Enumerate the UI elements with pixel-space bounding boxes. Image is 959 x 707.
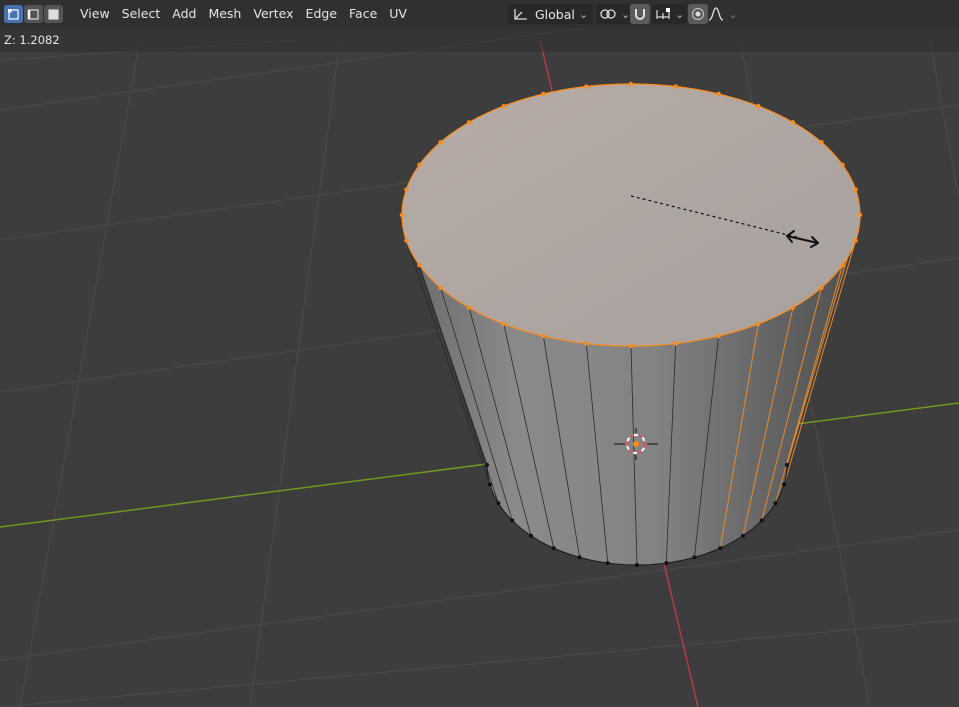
snap-group: ⌄: [630, 4, 688, 24]
proportional-edit-icon: [691, 7, 705, 21]
top-vertex: [716, 91, 721, 97]
snap-increment-icon: [656, 8, 670, 19]
top-vertex: [673, 341, 678, 346]
top-vertex: [628, 343, 634, 349]
bottom-vertex: [718, 546, 723, 551]
bottom-vertex: [496, 501, 501, 506]
top-vertex: [438, 140, 443, 145]
pivot-link-icon: [600, 9, 616, 19]
vertex-select-icon: [8, 8, 19, 20]
bottom-vertex: [577, 555, 582, 560]
falloff-curve-icon: [709, 7, 724, 21]
operator-status-bar: [0, 28, 959, 52]
bottom-vertex: [741, 533, 746, 538]
bottom-vertex: [782, 482, 787, 487]
select-mode-group: [4, 5, 64, 23]
top-vertex: [404, 187, 409, 192]
top-vertex: [417, 262, 422, 268]
top-vertex: [438, 285, 443, 290]
top-vertex: [840, 162, 845, 168]
viewport-header: View Select Add Mesh Vertex Edge Face UV…: [0, 0, 959, 28]
top-vertex: [584, 84, 589, 89]
header-menu: View Select Add Mesh Vertex Edge Face UV: [74, 5, 413, 23]
vertex-select-button[interactable]: [4, 5, 23, 23]
object-origin: [633, 441, 639, 447]
snap-toggle-button[interactable]: [630, 4, 650, 24]
top-vertex: [501, 321, 506, 327]
proportional-edit-button[interactable]: [688, 4, 708, 24]
top-vertex: [399, 212, 405, 218]
top-vertex: [790, 305, 796, 310]
chevron-down-icon: ⌄: [675, 7, 685, 21]
top-vertex: [541, 91, 546, 97]
face-select-button[interactable]: [44, 5, 63, 23]
top-vertex: [853, 238, 858, 243]
top-vertex: [404, 238, 409, 243]
bottom-vertex: [773, 501, 778, 506]
bottom-vertex: [485, 463, 489, 467]
menu-face[interactable]: Face: [343, 5, 383, 23]
bottom-vertex: [759, 518, 764, 523]
menu-mesh[interactable]: Mesh: [202, 5, 247, 23]
pivot-point-dropdown[interactable]: ⌄: [596, 4, 634, 24]
pivot-group: ⌄: [596, 4, 634, 24]
top-vertex: [466, 120, 472, 125]
bottom-vertex: [605, 561, 610, 566]
orientation-axes-icon: [514, 9, 527, 20]
menu-uv[interactable]: UV: [383, 5, 413, 23]
face-select-icon: [48, 8, 59, 20]
edge-select-button[interactable]: [24, 5, 43, 23]
top-vertex: [819, 285, 824, 290]
top-vertex: [584, 341, 589, 346]
top-vertex: [819, 140, 824, 145]
top-vertex: [840, 262, 845, 268]
chevron-down-icon: ⌄: [728, 7, 738, 21]
chevron-down-icon: ⌄: [621, 7, 631, 21]
transform-orientation-dropdown[interactable]: Global ⌄: [508, 4, 594, 24]
magnet-icon: [635, 9, 645, 20]
bottom-vertex: [785, 463, 789, 467]
proportional-edit-group: ⌄: [688, 4, 738, 24]
bottom-vertex: [551, 546, 556, 551]
top-vertex: [541, 333, 546, 339]
edge-select-icon: [27, 8, 39, 20]
menu-view[interactable]: View: [74, 5, 116, 23]
bottom-vertex: [528, 533, 533, 538]
bottom-vertex: [487, 482, 492, 487]
menu-select[interactable]: Select: [116, 5, 167, 23]
top-vertex: [466, 305, 472, 310]
transform-orientation-value: Global: [535, 6, 575, 22]
menu-vertex[interactable]: Vertex: [247, 5, 299, 23]
bottom-vertex: [692, 555, 697, 560]
top-vertex: [501, 103, 506, 109]
menu-edge[interactable]: Edge: [300, 5, 343, 23]
top-vertex: [716, 333, 721, 339]
menu-add[interactable]: Add: [166, 5, 202, 23]
chevron-down-icon: ⌄: [578, 7, 589, 21]
3d-viewport[interactable]: [0, 0, 959, 707]
top-vertex: [673, 84, 678, 89]
snap-target-dropdown[interactable]: ⌄: [652, 4, 688, 24]
top-vertex: [853, 187, 858, 192]
top-vertex: [790, 120, 796, 125]
bottom-vertex: [664, 561, 669, 566]
proportional-falloff-dropdown[interactable]: ⌄: [708, 4, 738, 24]
transform-readout: Z: 1.2082: [4, 33, 60, 47]
top-vertex: [857, 212, 863, 218]
top-vertex: [417, 162, 422, 168]
top-vertex: [756, 103, 761, 109]
bottom-vertex: [510, 518, 515, 523]
top-vertex: [628, 81, 634, 87]
top-vertex: [756, 321, 761, 327]
transform-orientation-group: Global ⌄: [508, 4, 594, 24]
bottom-vertex: [635, 563, 639, 567]
